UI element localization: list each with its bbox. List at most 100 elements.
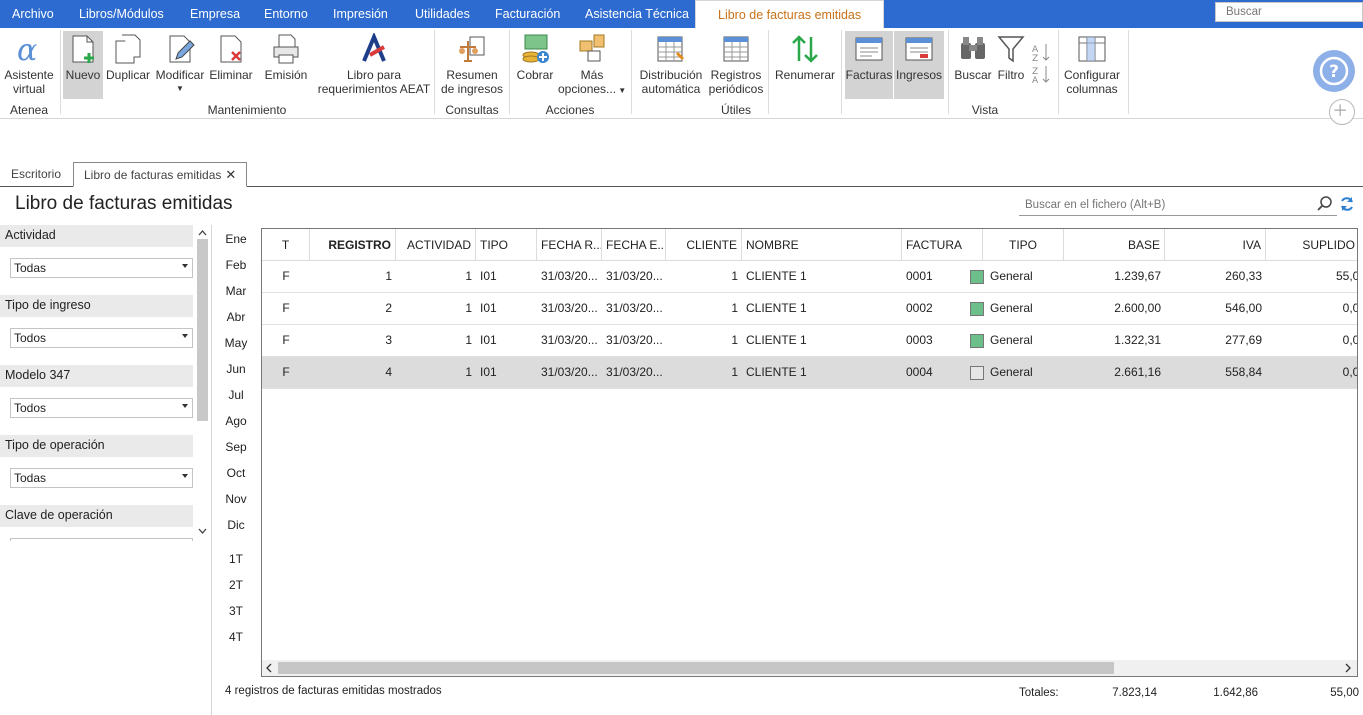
column-header-factura[interactable]: FACTURA <box>902 229 983 261</box>
chevron-up-icon[interactable] <box>196 227 209 239</box>
chevron-right-icon[interactable] <box>1341 660 1355 676</box>
add-tab-button[interactable] <box>1329 99 1355 125</box>
button-label: Asistente <box>4 68 54 82</box>
column-header-tipo-operacion[interactable]: TIPO <box>983 229 1064 261</box>
libro-aeat-button[interactable]: Libro para requerimientos AEAT <box>316 31 432 99</box>
menu-empresa[interactable]: Empresa <box>190 0 240 28</box>
table-row-selected[interactable]: F 4 1 I01 31/03/20... 31/03/20... 1 CLIE… <box>262 357 1357 389</box>
column-header-fecha-r[interactable]: FECHA R... <box>537 229 602 261</box>
select-value: Todas <box>14 471 47 485</box>
renumerar-button[interactable]: Renumerar <box>774 31 836 99</box>
eliminar-button[interactable]: Eliminar <box>208 31 254 99</box>
column-header-nombre[interactable]: NOMBRE <box>742 229 902 261</box>
menu-libros-modulos[interactable]: Libros/Módulos <box>79 0 164 28</box>
month-may[interactable]: May <box>218 336 254 350</box>
configurar-columnas-button[interactable]: Configurar columnas <box>1060 31 1124 99</box>
menu-impresion[interactable]: Impresión <box>333 0 388 28</box>
month-ene[interactable]: Ene <box>218 232 254 246</box>
cell-fecha-e: 31/03/20... <box>606 269 663 283</box>
menu-libro-facturas-emitidas[interactable]: Libro de facturas emitidas <box>695 0 885 29</box>
month-nov[interactable]: Nov <box>218 492 254 506</box>
month-ago[interactable]: Ago <box>218 414 254 428</box>
buscar-button[interactable]: Buscar <box>952 31 994 99</box>
income-view-icon <box>905 37 933 61</box>
table-row[interactable]: F 1 1 I01 31/03/20... 31/03/20... 1 CLIE… <box>262 261 1357 293</box>
search-icon[interactable] <box>1316 195 1334 213</box>
asistente-virtual-button[interactable]: α Asistente virtual <box>2 31 56 99</box>
top-search-input[interactable] <box>1215 2 1363 22</box>
chevron-down-icon[interactable] <box>196 525 209 537</box>
duplicar-button[interactable]: Duplicar <box>104 31 152 99</box>
cell-actividad: 1 <box>465 269 472 283</box>
facturas-view-button[interactable]: Facturas <box>845 31 893 99</box>
quarter-2t[interactable]: 2T <box>218 578 254 592</box>
quarter-1t[interactable]: 1T <box>218 552 254 566</box>
month-jul[interactable]: Jul <box>218 388 254 402</box>
month-jun[interactable]: Jun <box>218 362 254 376</box>
table-row[interactable]: F 3 1 I01 31/03/20... 31/03/20... 1 CLIE… <box>262 325 1357 357</box>
table-row[interactable]: F 2 1 I01 31/03/20... 31/03/20... 1 CLIE… <box>262 293 1357 325</box>
column-header-t[interactable]: T <box>262 229 310 261</box>
help-button[interactable]: ? <box>1313 50 1355 92</box>
column-header-registro[interactable]: REGISTRO <box>310 229 396 261</box>
month-oct[interactable]: Oct <box>218 466 254 480</box>
cell-cliente: 1 <box>731 301 738 315</box>
cell-nombre: CLIENTE 1 <box>746 333 807 347</box>
resumen-ingresos-button[interactable]: Resumen de ingresos <box>439 31 505 99</box>
menu-bar: Archivo Libros/Módulos Empresa Entorno I… <box>0 0 1363 29</box>
month-abr[interactable]: Abr <box>218 310 254 324</box>
sort-buttons[interactable]: AZZA <box>1030 40 1052 86</box>
invoices-table: T REGISTRO ACTIVIDAD TIPO FECHA R... FEC… <box>261 228 1358 677</box>
registros-periodicos-button[interactable]: Registros periódicos <box>707 31 765 99</box>
select-value: Todos <box>14 331 47 345</box>
column-header-suplido[interactable]: SUPLIDO <box>1266 229 1357 261</box>
tipo-operacion-select[interactable]: Todas <box>10 468 193 488</box>
month-dic[interactable]: Dic <box>218 518 254 532</box>
nuevo-button[interactable]: Nuevo <box>63 31 103 99</box>
scrollbar-thumb[interactable] <box>197 239 208 421</box>
refresh-icon[interactable] <box>1339 196 1355 212</box>
mas-opciones-button[interactable]: Más opciones... ▼ <box>558 31 626 99</box>
ingresos-view-button[interactable]: Ingresos <box>894 31 944 99</box>
emision-button[interactable]: Emisión <box>262 31 310 99</box>
close-icon[interactable]: ✕ <box>225 167 236 182</box>
column-header-actividad[interactable]: ACTIVIDAD <box>396 229 476 261</box>
column-header-cliente[interactable]: CLIENTE <box>666 229 742 261</box>
tipo-ingreso-select[interactable]: Todos <box>10 328 193 348</box>
scrollbar-thumb[interactable] <box>278 662 1114 674</box>
file-search-input[interactable] <box>1019 194 1337 216</box>
clave-operacion-select[interactable] <box>10 538 193 541</box>
svg-text:?: ? <box>1329 62 1339 82</box>
menu-asistencia-tecnica[interactable]: Asistencia Técnica <box>585 0 689 28</box>
table-horizontal-scrollbar[interactable] <box>262 660 1357 676</box>
cell-iva: 546,00 <box>1225 301 1262 315</box>
filtro-button[interactable]: Filtro <box>995 31 1027 99</box>
modificar-button[interactable]: Modificar ▼ <box>153 31 207 99</box>
column-header-iva[interactable]: IVA <box>1165 229 1266 261</box>
svg-text:A: A <box>1032 76 1039 86</box>
menu-utilidades[interactable]: Utilidades <box>415 0 470 28</box>
status-text: 4 registros de facturas emitidas mostrad… <box>225 685 442 697</box>
column-header-base[interactable]: BASE <box>1064 229 1165 261</box>
tab-escritorio[interactable]: Escritorio <box>1 162 71 187</box>
actividad-select[interactable]: Todas <box>10 258 193 278</box>
modelo-347-select[interactable]: Todos <box>10 398 193 418</box>
month-mar[interactable]: Mar <box>218 284 254 298</box>
chevron-left-icon[interactable] <box>262 660 276 676</box>
distribucion-automatica-button[interactable]: Distribución automática <box>636 31 706 99</box>
month-feb[interactable]: Feb <box>218 258 254 272</box>
menu-facturacion[interactable]: Facturación <box>495 0 560 28</box>
cobrar-button[interactable]: Cobrar <box>513 31 557 99</box>
tab-libro-facturas-emitidas[interactable]: Libro de facturas emitidas ✕ <box>73 162 248 187</box>
periodic-icon <box>723 36 749 62</box>
quarter-4t[interactable]: 4T <box>218 630 254 644</box>
total-base: 7.823,14 <box>1112 687 1157 699</box>
quarter-3t[interactable]: 3T <box>218 604 254 618</box>
cell-tipo: I01 <box>480 365 497 379</box>
month-sep[interactable]: Sep <box>218 440 254 454</box>
filters-scrollbar[interactable] <box>196 225 209 541</box>
menu-archivo[interactable]: Archivo <box>12 0 54 28</box>
column-header-fecha-e[interactable]: FECHA E... <box>602 229 666 261</box>
column-header-tipo[interactable]: TIPO <box>476 229 537 261</box>
menu-entorno[interactable]: Entorno <box>264 0 308 28</box>
